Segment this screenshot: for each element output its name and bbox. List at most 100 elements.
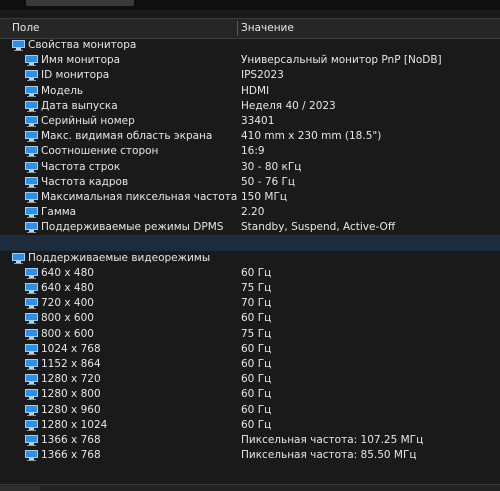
property-label: Частота строк <box>41 160 121 173</box>
monitor-icon <box>25 55 38 67</box>
property-label: Модель <box>41 84 84 97</box>
monitor-icon <box>25 85 38 97</box>
property-row[interactable]: 1366 x 768 Пиксельная частота: 85.50 МГц <box>0 448 500 463</box>
property-row[interactable]: 1366 x 768 Пиксельная частота: 107.25 МГц <box>0 433 500 448</box>
monitor-icon <box>25 389 38 401</box>
group-label: Поддерживаемые видеорежимы <box>28 251 211 264</box>
property-label: 1280 x 720 <box>41 373 101 386</box>
property-value: 50 - 76 Гц <box>241 175 296 188</box>
value-column-header[interactable]: Значение <box>241 19 294 38</box>
property-value: 410 mm x 230 mm (18.5") <box>241 130 382 143</box>
property-row[interactable]: 1152 x 864 60 Гц <box>0 357 500 372</box>
property-label: Частота кадров <box>41 175 129 188</box>
monitor-icon <box>25 358 38 370</box>
property-row[interactable]: 1280 x 800 60 Гц <box>0 387 500 402</box>
property-value: 75 Гц <box>241 282 272 294</box>
property-label: 1152 x 864 <box>41 357 101 370</box>
property-label: Гамма <box>41 206 77 219</box>
property-value: 16:9 <box>241 145 265 158</box>
column-divider[interactable] <box>237 21 238 36</box>
property-value: 60 Гц <box>241 388 272 401</box>
monitor-icon <box>25 176 38 188</box>
group-monitor-properties[interactable]: Свойства монитора <box>0 38 500 53</box>
property-label: 1366 x 768 <box>41 433 101 446</box>
property-label: ID монитора <box>41 69 110 82</box>
separator-row[interactable] <box>0 235 500 251</box>
property-row[interactable]: 1024 x 768 60 Гц <box>0 342 500 357</box>
property-row[interactable]: ID монитора IPS2023 <box>0 68 500 83</box>
property-label: 800 x 600 <box>41 312 94 325</box>
property-value: 2.20 <box>241 206 265 219</box>
property-value: IPS2023 <box>241 69 284 82</box>
monitor-icon <box>25 283 38 294</box>
monitor-icon <box>12 252 25 264</box>
properties-tree: Свойства монитора Имя монитора Универсаль… <box>0 38 500 463</box>
scrollbar-thumb[interactable] <box>0 486 40 491</box>
property-value: 60 Гц <box>241 373 272 386</box>
property-value: 60 Гц <box>241 357 272 370</box>
group-label: Свойства монитора <box>28 39 137 51</box>
property-row[interactable]: Макс. видимая область экрана 410 mm x 230… <box>0 129 500 144</box>
monitor-icon <box>25 146 38 158</box>
column-header: Поле Значение <box>0 18 500 39</box>
property-row[interactable]: Модель HDMI <box>0 84 500 99</box>
property-label: 1280 x 1024 <box>41 418 108 431</box>
monitor-icon <box>25 70 38 82</box>
monitor-icon <box>25 222 38 234</box>
window-tab[interactable] <box>26 0 134 6</box>
property-value: 33401 <box>241 114 275 127</box>
property-label: 720 x 400 <box>41 297 94 310</box>
property-row[interactable]: Соотношение сторон 16:9 <box>0 144 500 159</box>
monitor-icon <box>25 328 38 340</box>
property-label: 1280 x 800 <box>41 388 101 401</box>
property-value: Пиксельная частота: 107.25 МГц <box>241 433 424 446</box>
group-video-modes[interactable]: Поддерживаемые видеорежимы <box>0 251 500 266</box>
property-row[interactable]: 1280 x 960 60 Гц <box>0 403 500 418</box>
monitor-icon <box>25 404 38 416</box>
property-value: 75 Гц <box>241 327 272 340</box>
property-value: Универсальный монитор PnP [NoDB] <box>241 54 442 67</box>
property-value: 30 - 80 кГц <box>241 160 302 173</box>
title-bar <box>0 0 500 10</box>
property-label: 640 x 480 <box>41 282 94 294</box>
property-label: Имя монитора <box>41 54 121 67</box>
property-row[interactable]: Серийный номер 33401 <box>0 114 500 129</box>
property-label: Максимальная пиксельная частота <box>41 190 238 203</box>
property-row[interactable]: Частота строк 30 - 80 кГц <box>0 160 500 175</box>
property-row[interactable]: 720 x 400 70 Гц <box>0 296 500 311</box>
property-value: 60 Гц <box>241 266 272 279</box>
monitor-icon <box>25 298 38 310</box>
property-value: 70 Гц <box>241 297 272 310</box>
property-row[interactable]: 1280 x 720 60 Гц <box>0 372 500 387</box>
property-row[interactable]: Максимальная пиксельная частота 150 МГц <box>0 190 500 205</box>
property-label: 1280 x 960 <box>41 403 101 416</box>
monitor-icon <box>25 267 38 279</box>
property-row[interactable]: 800 x 600 60 Гц <box>0 311 500 326</box>
monitor-icon <box>25 434 38 446</box>
property-row[interactable]: 800 x 600 75 Гц <box>0 327 500 342</box>
property-label: Серийный номер <box>41 114 135 127</box>
field-column-header[interactable]: Поле <box>12 19 40 38</box>
monitor-icon <box>25 191 38 203</box>
property-row[interactable]: Поддерживаемые режимы DPMS Standby, Suspe… <box>0 220 500 235</box>
property-row[interactable]: Имя монитора Универсальный монитор PnP [N… <box>0 53 500 68</box>
property-value: 60 Гц <box>241 342 272 355</box>
property-row[interactable]: 1280 x 1024 60 Гц <box>0 418 500 433</box>
monitor-icon <box>25 419 38 431</box>
property-row[interactable]: Дата выпуска Неделя 40 / 2023 <box>0 99 500 114</box>
property-value: Пиксельная частота: 85.50 МГц <box>241 449 417 462</box>
monitor-icon <box>25 343 38 355</box>
property-row[interactable]: 640 x 480 75 Гц <box>0 281 500 296</box>
property-row[interactable]: 640 x 480 60 Гц <box>0 266 500 281</box>
monitor-icon <box>25 115 38 127</box>
property-value: 60 Гц <box>241 312 272 325</box>
property-label: 640 x 480 <box>41 266 94 279</box>
monitor-icon <box>25 450 38 462</box>
property-value: 60 Гц <box>241 418 272 431</box>
monitor-icon <box>25 131 38 143</box>
property-row[interactable]: Гамма 2.20 <box>0 205 500 220</box>
property-label: Соотношение сторон <box>41 145 159 158</box>
property-row[interactable]: Частота кадров 50 - 76 Гц <box>0 175 500 190</box>
property-value: HDMI <box>241 84 270 97</box>
monitor-icon <box>25 207 38 219</box>
